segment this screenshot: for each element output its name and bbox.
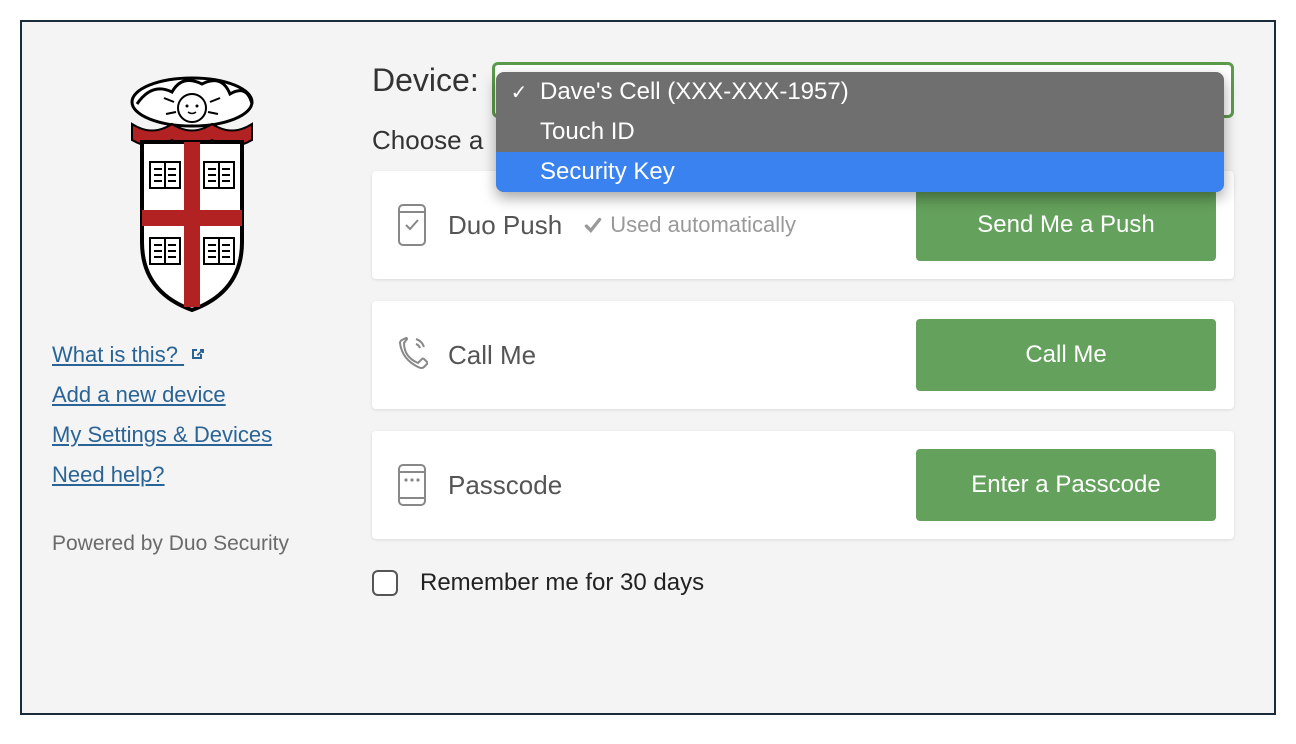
device-dropdown[interactable]: ✓ Dave's Cell (XXX-XXX-1957) Touch ID Se…	[496, 72, 1224, 192]
auth-method-passcode: Passcode Enter a Passcode	[372, 431, 1234, 539]
enter-passcode-button[interactable]: Enter a Passcode	[916, 449, 1216, 521]
remember-me-label: Remember me for 30 days	[420, 569, 704, 597]
device-option-daves-cell[interactable]: ✓ Dave's Cell (XXX-XXX-1957)	[496, 72, 1224, 112]
auth-method-label: Duo Push	[448, 210, 562, 241]
phone-passcode-icon	[396, 463, 428, 507]
brown-university-logo	[102, 62, 282, 312]
add-new-device-link[interactable]: Add a new device	[52, 382, 332, 408]
used-auto-text: Used automatically	[610, 212, 796, 238]
my-settings-devices-link[interactable]: My Settings & Devices	[52, 422, 332, 448]
duo-auth-frame: What is this? Add a new device My Settin…	[20, 20, 1276, 715]
need-help-link[interactable]: Need help?	[52, 462, 332, 488]
auth-method-call-me: Call Me Call Me	[372, 301, 1234, 409]
device-option-security-key[interactable]: Security Key	[496, 152, 1224, 192]
device-label: Device:	[372, 62, 479, 99]
used-automatically-badge: Used automatically	[582, 212, 796, 238]
external-link-icon	[188, 343, 206, 361]
send-push-button[interactable]: Send Me a Push	[916, 189, 1216, 261]
phone-check-icon	[396, 203, 428, 247]
call-me-button[interactable]: Call Me	[916, 319, 1216, 391]
phone-call-icon	[396, 333, 428, 377]
check-icon: ✓	[508, 80, 530, 105]
check-icon	[582, 214, 604, 236]
device-option-touch-id[interactable]: Touch ID	[496, 112, 1224, 152]
what-is-this-link[interactable]: What is this?	[52, 342, 332, 368]
device-option-label: Dave's Cell (XXX-XXX-1957)	[540, 78, 849, 106]
remember-me-checkbox[interactable]	[372, 570, 398, 596]
auth-method-label: Call Me	[448, 340, 536, 371]
powered-by-text: Powered by Duo Security	[52, 532, 332, 556]
main-panel: Device: Choose a Duo Push Used automatic…	[372, 62, 1234, 673]
link-label: What is this?	[52, 342, 178, 367]
auth-method-label: Passcode	[448, 470, 562, 501]
device-option-label: Security Key	[540, 158, 675, 186]
device-option-label: Touch ID	[540, 118, 635, 146]
remember-me-row: Remember me for 30 days	[372, 569, 1234, 597]
sidebar: What is this? Add a new device My Settin…	[52, 62, 332, 673]
sidebar-links: What is this? Add a new device My Settin…	[52, 342, 332, 502]
